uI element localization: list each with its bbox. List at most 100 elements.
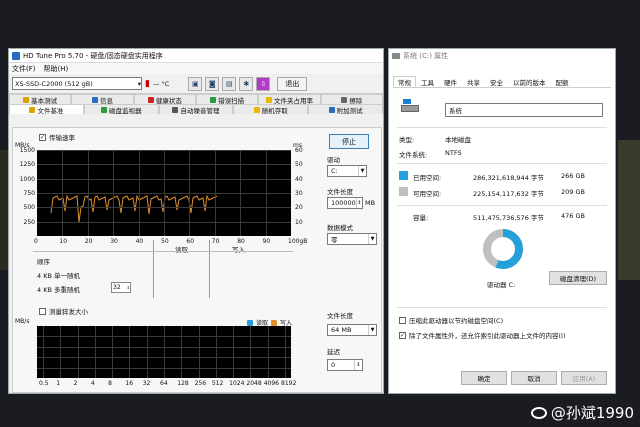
properties-title: 系统 (C:) 属性 xyxy=(403,52,449,60)
chart1-ytick-right: 40 xyxy=(295,175,303,183)
tab-info[interactable]: 信息 xyxy=(71,94,134,105)
file-length-spinner[interactable]: 100000 ⇕ xyxy=(327,197,363,209)
chart1-ytick-left: 750 xyxy=(23,190,35,197)
tab-general[interactable]: 常规 xyxy=(393,76,416,87)
chart2-xtick: 4096 xyxy=(263,380,279,387)
chart2-xtick: 32 xyxy=(142,380,151,387)
file-length2-select[interactable]: 64 MB ▼ xyxy=(327,324,377,336)
thermometer-icon: ▮ xyxy=(145,78,150,89)
chart2-gridline-v xyxy=(267,326,269,378)
chart2-gridline-v xyxy=(43,326,44,378)
tab-folder-usage[interactable]: 文件夹占用率 xyxy=(258,94,321,105)
chart1-gridline-v xyxy=(87,150,89,236)
queue-depth-spinner[interactable]: 32 ⇕ xyxy=(111,282,131,293)
chart1-ytick-right: 10 xyxy=(295,218,303,226)
tab-label: 基本测试 xyxy=(31,96,58,105)
drive-c-label: 驱动器 C: xyxy=(487,281,516,289)
chart1-xtick: 30 xyxy=(110,238,118,245)
chart2-xtick: 8 xyxy=(108,380,112,387)
tab-previous-versions[interactable]: 以前的版本 xyxy=(508,76,551,87)
download-button[interactable]: ⇩ xyxy=(256,76,271,91)
tab-random-access[interactable]: 随机存取 xyxy=(233,104,309,115)
delay-spinner[interactable]: 0 ⇕ xyxy=(327,359,363,371)
tab-label: 健康状态 xyxy=(155,96,182,105)
compress-checkbox[interactable]: 压缩此驱动器以节约磁盘空间(C) xyxy=(399,315,503,325)
chart1-ytick-right: 20 xyxy=(295,204,303,212)
file-benchmark-icon xyxy=(29,106,36,113)
chart1-ytick-right: 50 xyxy=(295,161,303,169)
tab-aam[interactable]: 自动噪音管理 xyxy=(158,104,234,115)
tab-sharing[interactable]: 共享 xyxy=(462,76,485,87)
chart1-ytick-right: 60 xyxy=(295,147,303,154)
download-icon: ⇩ xyxy=(260,79,267,88)
chevron-down-icon: ▾ xyxy=(137,79,141,88)
tab-label: 错误扫描 xyxy=(218,96,245,105)
tab-benchmark[interactable]: 基本测试 xyxy=(9,94,72,105)
tab-hardware[interactable]: 硬件 xyxy=(439,76,462,87)
chart2-gridline-v xyxy=(129,326,131,378)
ok-button[interactable]: 确定 xyxy=(461,371,507,385)
tab-label: 自动噪音管理 xyxy=(180,106,220,115)
chart2-xtick: 128 xyxy=(177,380,189,387)
chart1-xtick: 50 xyxy=(161,238,169,245)
chart2-gridline-v xyxy=(94,326,96,378)
cancel-button[interactable]: 取消 xyxy=(511,371,557,385)
chart2-gridline-v xyxy=(181,326,183,378)
legend-write-swatch xyxy=(271,319,278,326)
watermark: @孙斌1990 xyxy=(530,402,634,423)
copy-info-button[interactable]: ▣ xyxy=(188,76,203,91)
tab-extra-tests[interactable]: 附加测试 xyxy=(308,104,383,115)
chart2-xtick: 256 xyxy=(194,380,207,387)
volume-name-input[interactable]: 系统 xyxy=(445,103,603,117)
usage-donut xyxy=(483,229,523,269)
transfer-rate-checkbox[interactable]: ✓ 传输速率 xyxy=(39,132,75,142)
type-value: 本地磁盘 xyxy=(445,136,471,144)
checkbox-box xyxy=(39,307,46,315)
data-mode-select[interactable]: 零 ▼ xyxy=(327,233,377,245)
tab-disk-monitor[interactable]: 磁盘监视器 xyxy=(83,104,159,115)
folder-icon xyxy=(265,96,272,103)
burst-size-checkbox[interactable]: 测量猝发大小 xyxy=(39,306,88,316)
chart2-xtick: 0.5 xyxy=(39,380,49,387)
tab-error-scan[interactable]: 错误扫描 xyxy=(195,94,259,105)
tab-health[interactable]: 健康状态 xyxy=(133,94,196,105)
tab-label: 擦除 xyxy=(349,96,363,105)
file-length-label: 文件长度 xyxy=(327,188,353,196)
filesystem-label: 文件系统: xyxy=(399,151,428,159)
extra-tests-icon xyxy=(328,106,335,113)
chart1-gridline-v xyxy=(62,150,64,236)
chart1-xtick: 60 xyxy=(186,238,195,245)
legend-read-swatch xyxy=(247,319,253,326)
drive-letter-select[interactable]: C: ▼ xyxy=(327,165,367,177)
menu-help[interactable]: 帮助(H) xyxy=(44,64,69,74)
exit-button[interactable]: 退出 xyxy=(277,76,308,91)
disk-cleanup-button[interactable]: 磁盘清理(D) xyxy=(549,271,607,285)
tab-quota[interactable]: 配额 xyxy=(551,76,574,87)
free-gb: 209 GB xyxy=(561,188,585,196)
spinner-arrows-icon: ⇕ xyxy=(126,285,130,290)
save-button[interactable]: ▤ xyxy=(222,76,237,91)
chart2-xtick: 2048 xyxy=(246,380,262,387)
chart2-gridline-v xyxy=(198,326,200,378)
tab-file-benchmark[interactable]: 文件基准 xyxy=(9,104,84,115)
hdtune-toolbar: XS-SSD-C2000 (512 gB) ▾ ▮ — °C ▣ ◙ ▤ ✱ ⇩… xyxy=(9,74,383,94)
copy-screen-button[interactable]: ◙ xyxy=(205,76,220,91)
info-icon xyxy=(91,96,98,103)
hdtune-title: HD Tune Pro 5.70 - 硬盘/固态硬盘实用程序 xyxy=(23,51,163,60)
tab-security[interactable]: 安全 xyxy=(485,76,508,87)
tab-tools[interactable]: 工具 xyxy=(416,76,439,87)
chart2-xtick: 16 xyxy=(125,380,134,387)
options-button[interactable]: ✱ xyxy=(239,76,254,91)
drive-label: 驱动 xyxy=(327,156,340,164)
apply-button[interactable]: 应用(A) xyxy=(561,371,607,385)
capacity-gb: 476 GB xyxy=(561,212,585,220)
drive-select[interactable]: XS-SSD-C2000 (512 gB) ▾ xyxy=(12,77,142,90)
background-decor-right xyxy=(618,140,640,280)
chart2-gridline-v xyxy=(215,326,217,378)
stop-button[interactable]: 停止 xyxy=(329,134,369,149)
chart1-gridline-v xyxy=(265,150,267,236)
row-4kb-single: 4 KB 单一随机 xyxy=(37,272,80,280)
tab-erase[interactable]: 擦除 xyxy=(320,94,383,105)
menu-file[interactable]: 文件(F) xyxy=(12,64,36,74)
index-checkbox[interactable]: ✓ 除了文件属性外，还允许索引此驱动器上文件的内容(I) xyxy=(399,330,566,340)
